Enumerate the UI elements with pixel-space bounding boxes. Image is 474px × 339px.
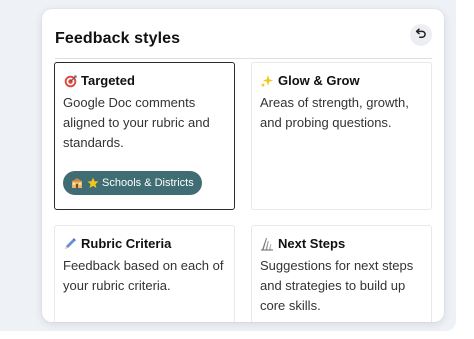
card-description: Suggestions for next steps and strategie… [260,258,414,313]
card-title: Rubric Criteria [63,236,226,252]
school-icon [70,177,83,190]
panel-header: Feedback styles [55,19,432,59]
target-icon [63,74,77,88]
card-title: Next Steps [260,236,423,252]
card-title-text: Glow & Grow [278,73,360,88]
sparkles-icon [260,74,274,88]
card-title: Glow & Grow [260,73,423,89]
card-title-text: Next Steps [278,236,346,251]
card-title: Targeted [63,73,226,89]
card-description: Areas of strength, growth, and probing q… [260,95,409,130]
panel-title: Feedback styles [55,29,181,47]
card-title-text: Targeted [81,73,135,88]
style-card-rubric-criteria[interactable]: Rubric Criteria Feedback based on each o… [54,225,235,322]
star-icon [86,177,99,190]
schools-districts-badge[interactable]: Schools & Districts [63,171,202,195]
reset-button[interactable] [410,23,432,46]
pencil-icon [63,237,77,251]
style-card-next-steps[interactable]: Next Steps Suggestions for next steps an… [251,225,432,322]
card-description: Feedback based on each of your rubric cr… [63,258,224,293]
style-card-glow-grow[interactable]: Glow & Grow Areas of strength, growth, a… [251,62,432,210]
card-title-text: Rubric Criteria [81,236,172,251]
card-description: Google Doc comments aligned to your rubr… [63,95,210,150]
badge-label: Schools & Districts [102,177,194,189]
steps-icon [260,237,274,251]
feedback-styles-panel: Feedback styles Targeted Google Doc comm… [42,9,444,322]
style-card-targeted[interactable]: Targeted Google Doc comments aligned to … [54,62,235,210]
undo-icon [415,26,427,44]
